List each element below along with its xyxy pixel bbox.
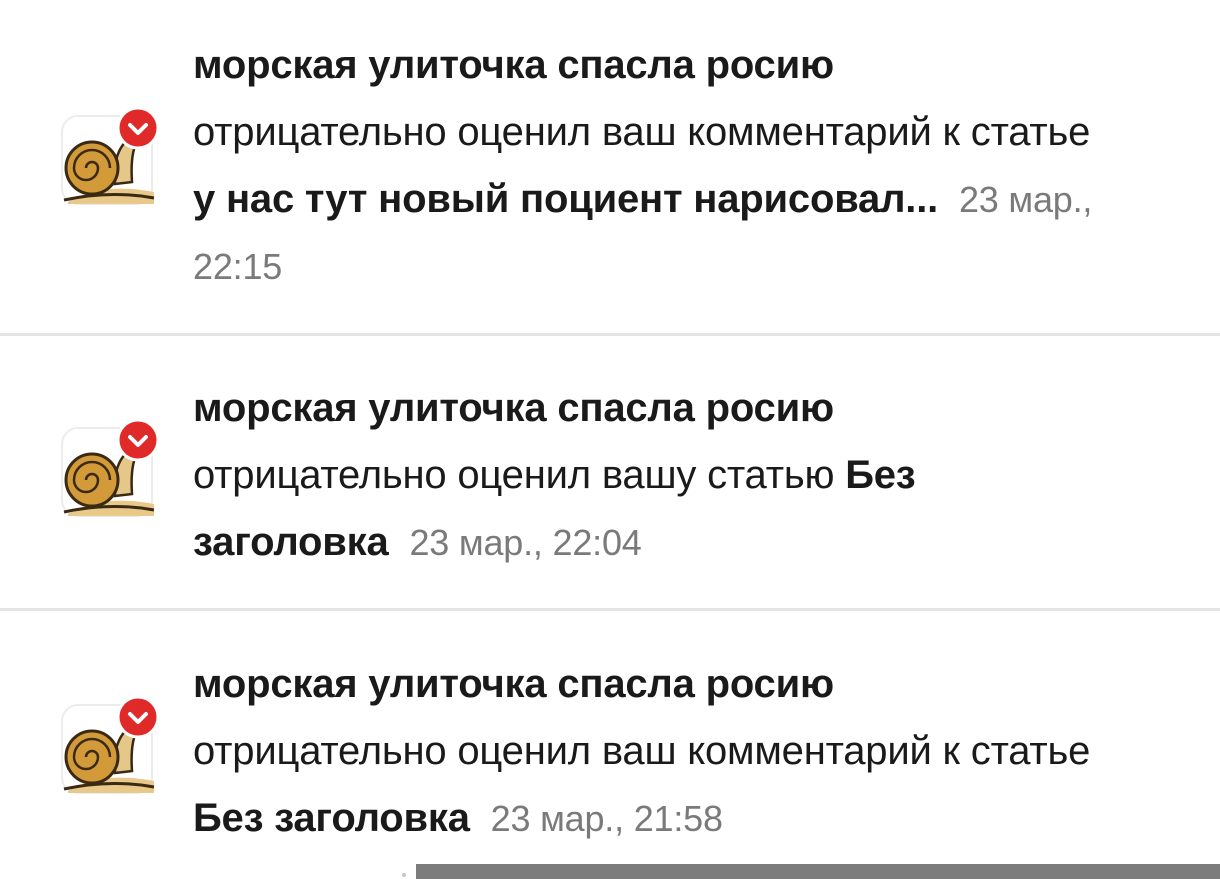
timestamp: 23 мар., 21:58 (490, 798, 723, 839)
timestamp: 23 мар., 22:04 (409, 522, 642, 563)
chevron-down-badge-icon (116, 418, 160, 462)
snail-avatar-icon[interactable] (60, 106, 160, 208)
divider (0, 333, 1220, 336)
target-link[interactable]: Без заголовка (193, 796, 470, 840)
bottom-dot (402, 873, 406, 877)
notification-text: морская улиточка спасла росию отрицатель… (193, 32, 1113, 300)
bottom-bar (416, 864, 1220, 879)
author-name[interactable]: морская улиточка спасла росию (193, 375, 1113, 442)
notification-action: отрицательно оценил вашу статью (193, 453, 835, 497)
notification-action: отрицательно оценил ваш комментарий к ст… (193, 110, 1091, 154)
chevron-down-badge-icon (116, 695, 160, 739)
chevron-down-badge-icon (116, 106, 160, 150)
snail-avatar-icon[interactable] (60, 418, 160, 520)
notification-text: морская улиточка спасла росию отрицатель… (193, 651, 1113, 852)
notification-action: отрицательно оценил ваш комментарий к ст… (193, 729, 1091, 773)
author-name[interactable]: морская улиточка спасла росию (193, 32, 1113, 99)
notification-text: морская улиточка спасла росию отрицатель… (193, 375, 1113, 576)
snail-avatar-icon[interactable] (60, 695, 160, 797)
author-name[interactable]: морская улиточка спасла росию (193, 651, 1113, 718)
target-link[interactable]: у нас тут новый поциент нарисовал... (193, 177, 938, 221)
divider (0, 608, 1220, 611)
